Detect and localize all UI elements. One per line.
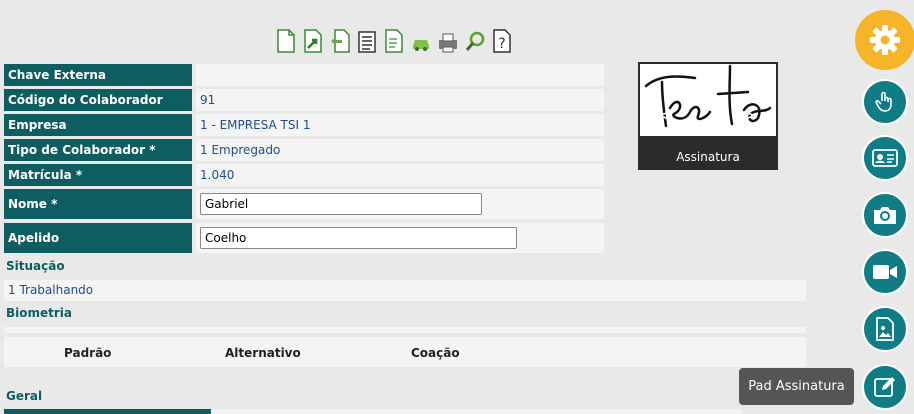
biometria-title: Biometria [6,306,73,320]
image-fab[interactable] [862,306,908,352]
col-alternativo: Alternativo [225,346,301,360]
row-codigo: Código do Colaborador 91 [4,89,604,111]
gear-icon [870,25,900,55]
touch-fab[interactable] [862,79,908,125]
label-codigo: Código do Colaborador [4,89,192,111]
situacao-value: 1 Trabalhando [8,283,94,297]
printer-icon[interactable] [438,28,458,54]
value-tipo: 1 Empregado [196,139,604,161]
row-apelido: Apelido [4,223,604,253]
image-icon [876,317,894,341]
value-matricula: 1.040 [196,164,604,186]
label-nome: Nome * [4,189,192,219]
signature-next-arrow[interactable]: > [744,108,756,124]
document-list-icon[interactable] [384,28,404,54]
biometria-header: Padrão Alternativo Coação [4,337,806,367]
edit-signature-fab[interactable] [862,364,908,410]
signature-drawing [644,64,772,128]
row-empresa: Empresa 1 - EMPRESA TSI 1 [4,114,604,136]
search-icon[interactable] [465,28,485,54]
signature-image [640,64,776,136]
help-icon[interactable]: ? [492,28,512,54]
label-empresa: Empresa [4,114,192,136]
id-card-icon [872,149,898,167]
label-chave-externa: Chave Externa [4,64,192,86]
camera-icon [874,207,896,224]
row-tipo: Tipo de Colaborador * 1 Empregado [4,139,604,161]
signature-prev-arrow[interactable]: < [658,108,670,124]
row-nome: Nome * [4,189,604,219]
situacao-title: Situação [6,259,65,273]
col-coacao: Coação [411,346,460,360]
pad-assinatura-tooltip: Pad Assinatura [739,368,854,405]
col-padrao: Padrão [64,346,112,360]
situacao-bar: 1 Trabalhando [4,280,806,301]
video-fab[interactable] [862,249,908,295]
camera-fab[interactable] [862,192,908,238]
toolbar: ? [276,26,512,54]
touch-icon [875,91,892,112]
new-document-icon[interactable] [276,28,296,54]
signature-caption: Assinatura [676,150,740,164]
label-apelido: Apelido [4,223,192,253]
video-icon [873,265,897,279]
geral-row-value [211,409,741,414]
geral-row-label [4,409,211,414]
edit-signature-icon [874,377,895,397]
label-matricula: Matrícula * [4,164,192,186]
report-icon[interactable] [357,28,377,54]
value-empresa: 1 - EMPRESA TSI 1 [196,114,604,136]
undo-icon[interactable] [330,28,350,54]
geral-title: Geral [6,389,43,403]
nome-input[interactable] [200,193,482,215]
vehicle-icon[interactable] [411,28,431,54]
settings-fab[interactable] [855,10,914,70]
svg-text:?: ? [498,36,505,52]
signature-panel: < > Assinatura [638,62,778,170]
export-icon[interactable] [303,28,323,54]
label-tipo: Tipo de Colaborador * [4,139,192,161]
biometria-bar [4,327,806,333]
apelido-input[interactable] [200,227,517,249]
value-chave-externa [196,64,604,86]
row-matricula: Matrícula * 1.040 [4,164,604,186]
row-chave-externa: Chave Externa [4,64,604,86]
value-codigo: 91 [196,89,604,111]
id-card-fab[interactable] [862,135,908,181]
